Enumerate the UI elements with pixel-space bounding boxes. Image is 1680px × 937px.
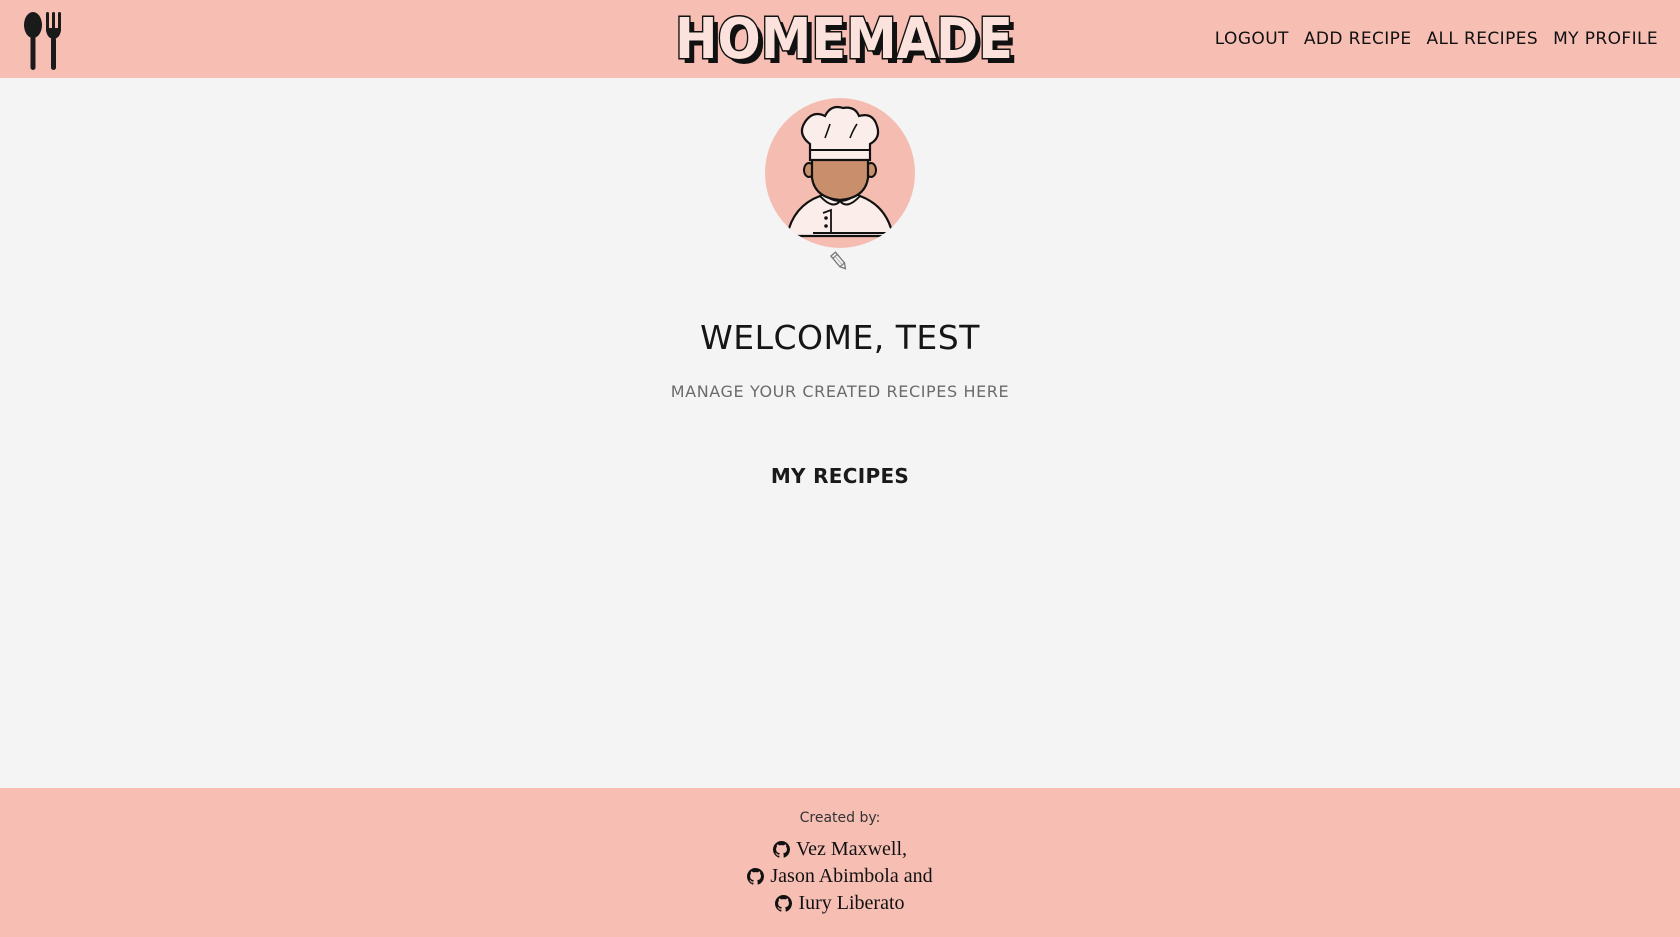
welcome-heading: WELCOME, TEST xyxy=(700,318,980,357)
created-by-label: Created by: xyxy=(799,810,881,826)
nav-add-recipe[interactable]: ADD RECIPE xyxy=(1304,29,1412,49)
author-row: Jason Abimbola and xyxy=(0,865,1680,888)
github-icon[interactable] xyxy=(747,868,765,885)
nav-my-profile[interactable]: MY PROFILE xyxy=(1553,29,1658,49)
site-header: HOMEMADE HOMEMADE LOGOUT ADD RECIPE ALL … xyxy=(0,0,1680,78)
author-link-jason[interactable]: Jason Abimbola and xyxy=(770,865,932,888)
profile-subtitle: MANAGE YOUR CREATED RECIPES HERE xyxy=(670,382,1010,401)
author-row: Vez Maxwell, xyxy=(0,838,1680,861)
author-row: Iury Liberato xyxy=(0,892,1680,915)
github-icon[interactable] xyxy=(775,895,793,912)
author-link-vez[interactable]: Vez Maxwell, xyxy=(796,838,907,861)
nav-logout[interactable]: LOGOUT xyxy=(1215,29,1289,49)
my-recipes-heading: MY RECIPES xyxy=(770,464,910,488)
author-link-iury[interactable]: Iury Liberato xyxy=(798,892,904,915)
chef-avatar xyxy=(765,98,915,248)
logo-text: HOMEMADE xyxy=(675,7,1013,70)
pencil-icon[interactable] xyxy=(829,250,849,272)
github-icon[interactable] xyxy=(772,841,790,858)
site-footer: Created by: Vez Maxwell, Jason Abimbola … xyxy=(0,788,1680,937)
main-nav: LOGOUT ADD RECIPE ALL RECIPES MY PROFILE xyxy=(1215,0,1658,78)
nav-all-recipes[interactable]: ALL RECIPES xyxy=(1426,29,1538,49)
homemade-logo[interactable]: HOMEMADE HOMEMADE xyxy=(670,6,1020,70)
spoon-fork-icon[interactable] xyxy=(20,8,70,72)
